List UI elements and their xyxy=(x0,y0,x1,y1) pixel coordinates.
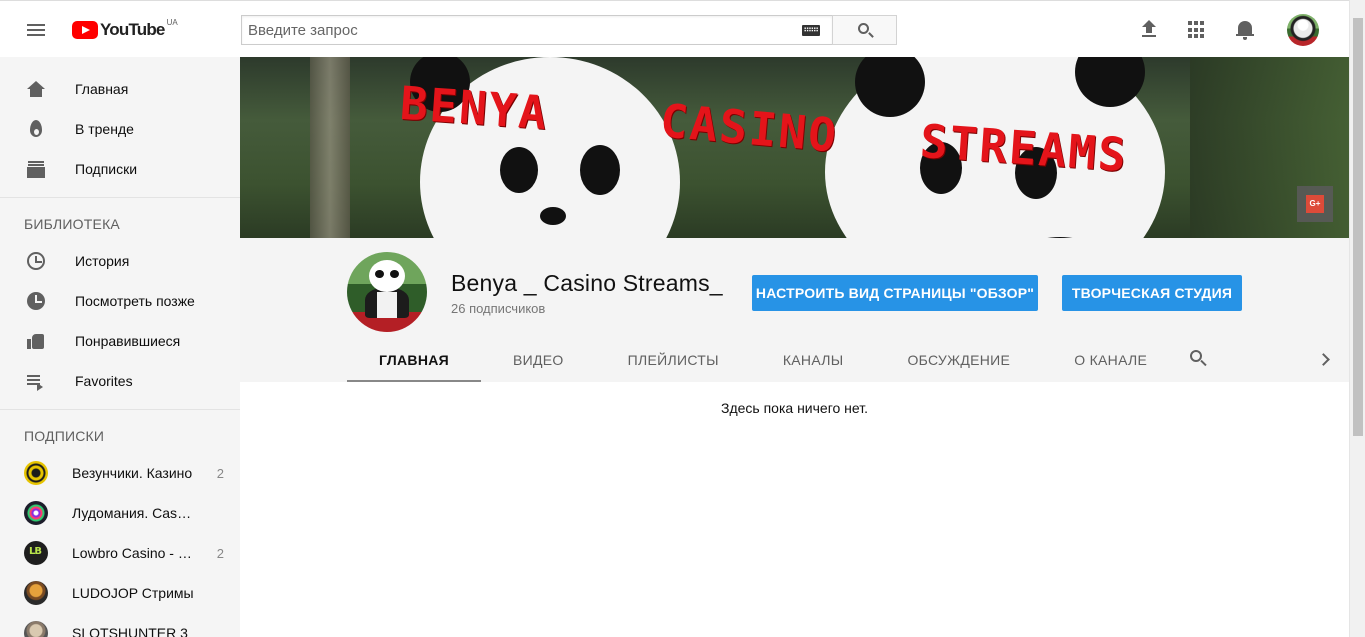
channel-avatar xyxy=(24,621,48,637)
subscription-name: Lowbro Casino - стримы xyxy=(72,545,194,561)
masthead: YouTube UA xyxy=(0,0,1349,57)
sidebar-subscriptions-section: ПОДПИСКИ Везунчики. Казино 2 Лудомания. … xyxy=(0,409,240,637)
library-heading: БИБЛИОТЕКА xyxy=(24,216,120,232)
account-avatar[interactable] xyxy=(1287,14,1319,46)
banner-word: BENYA xyxy=(398,75,551,141)
sidebar-item-favorites[interactable]: Favorites xyxy=(0,361,240,401)
search-box xyxy=(241,15,832,45)
subscriber-count: 26 подписчиков xyxy=(451,301,546,316)
channel-header: Benya _ Casino Streams_ 26 подписчиков Н… xyxy=(240,238,1349,382)
keyboard-icon[interactable] xyxy=(802,25,820,36)
watch-later-icon xyxy=(24,289,48,313)
channel-avatar xyxy=(24,461,48,485)
subscription-name: Везунчики. Казино xyxy=(72,465,193,481)
tab-videos[interactable]: ВИДЕО xyxy=(481,338,596,382)
subscription-item[interactable]: SLOTSHUNTER 3 xyxy=(0,613,240,637)
youtube-logo[interactable]: YouTube UA xyxy=(72,18,178,42)
channel-avatar xyxy=(24,581,48,605)
banner-word: STREAMS xyxy=(918,113,1130,183)
search-bar xyxy=(241,15,897,45)
notifications-icon[interactable] xyxy=(1233,18,1257,42)
history-icon xyxy=(24,249,48,273)
channel-avatar[interactable] xyxy=(347,252,427,332)
subscription-name: LUDOJOP Стримы xyxy=(72,585,194,601)
sidebar-item-home[interactable]: Главная xyxy=(0,69,240,109)
google-plus-link[interactable]: G+ xyxy=(1297,186,1333,222)
sidebar-item-liked[interactable]: Понравившиеся xyxy=(0,321,240,361)
sidebar-library-section: БИБЛИОТЕКА История Посмотреть позже Понр… xyxy=(0,197,240,409)
new-videos-count: 2 xyxy=(216,545,224,561)
sidebar-item-label: В тренде xyxy=(75,121,134,137)
channel-avatar xyxy=(24,501,48,525)
apps-icon[interactable] xyxy=(1185,18,1209,42)
youtube-play-icon xyxy=(72,21,98,39)
upload-icon[interactable] xyxy=(1137,18,1161,42)
home-icon xyxy=(24,77,48,101)
tab-channels[interactable]: КАНАЛЫ xyxy=(751,338,876,382)
subscription-name: Лудомания. Casino xyxy=(72,505,194,521)
tab-about[interactable]: О КАНАЛЕ xyxy=(1042,338,1179,382)
channel-avatar xyxy=(24,541,48,565)
subscription-item[interactable]: Lowbro Casino - стримы 2 xyxy=(0,533,240,573)
banner-title-art: BENYA CASINO STREAMS xyxy=(398,76,1200,191)
sidebar-item-trending[interactable]: В тренде xyxy=(0,109,240,149)
banner-background-tree xyxy=(310,57,350,238)
channel-search-icon[interactable] xyxy=(1187,347,1211,371)
chevron-right-icon[interactable] xyxy=(1313,347,1337,371)
logo-text: YouTube xyxy=(100,20,165,39)
subscription-item[interactable]: Везунчики. Казино 2 xyxy=(0,453,240,493)
menu-icon[interactable] xyxy=(24,19,48,43)
sidebar-main-section: Главная В тренде Подписки xyxy=(0,57,240,197)
tab-home[interactable]: ГЛАВНАЯ xyxy=(347,338,482,382)
sidebar-item-subscriptions[interactable]: Подписки xyxy=(0,149,240,189)
sidebar: Главная В тренде Подписки БИБЛИОТЕКА Ист… xyxy=(0,57,240,637)
new-videos-count: 2 xyxy=(216,465,224,481)
channel-name: Benya _ Casino Streams_ xyxy=(451,270,723,296)
sidebar-item-label: Главная xyxy=(75,81,129,97)
sidebar-item-label: Favorites xyxy=(75,373,133,389)
search-input[interactable] xyxy=(242,16,832,44)
playlist-icon xyxy=(24,369,48,393)
sidebar-item-label: Посмотреть позже xyxy=(75,293,195,309)
google-plus-icon: G+ xyxy=(1306,195,1324,213)
empty-state-message: Здесь пока ничего нет. xyxy=(721,400,868,416)
customize-layout-button[interactable]: НАСТРОИТЬ ВИД СТРАНИЦЫ "ОБЗОР" xyxy=(752,275,1038,311)
channel-banner: BENYA CASINO STREAMS xyxy=(240,57,1349,238)
page-scrollbar[interactable] xyxy=(1349,0,1365,637)
sidebar-item-label: Подписки xyxy=(75,161,138,177)
trending-icon xyxy=(24,117,48,141)
liked-icon xyxy=(24,329,48,353)
channel-tabs: ГЛАВНАЯ ВИДЕО ПЛЕЙЛИСТЫ КАНАЛЫ ОБСУЖДЕНИ… xyxy=(347,338,1179,382)
subscriptions-heading: ПОДПИСКИ xyxy=(24,428,105,444)
tab-discussion[interactable]: ОБСУЖДЕНИЕ xyxy=(875,338,1042,382)
region-code: UA xyxy=(166,18,178,27)
subscriptions-icon xyxy=(24,157,48,181)
search-icon xyxy=(858,23,869,34)
subscription-name: SLOTSHUNTER 3 xyxy=(72,625,188,637)
creator-studio-button[interactable]: ТВОРЧЕСКАЯ СТУДИЯ xyxy=(1062,275,1242,311)
sidebar-item-history[interactable]: История xyxy=(0,241,240,281)
subscription-item[interactable]: Лудомания. Casino xyxy=(0,493,240,533)
sidebar-item-watch-later[interactable]: Посмотреть позже xyxy=(0,281,240,321)
tab-playlists[interactable]: ПЛЕЙЛИСТЫ xyxy=(596,338,751,382)
sidebar-item-label: Понравившиеся xyxy=(75,333,181,349)
banner-word: CASINO xyxy=(657,93,841,163)
search-button[interactable] xyxy=(832,15,897,45)
sidebar-item-label: История xyxy=(75,253,130,269)
scrollbar-thumb[interactable] xyxy=(1353,18,1363,436)
subscription-item[interactable]: LUDOJOP Стримы xyxy=(0,573,240,613)
